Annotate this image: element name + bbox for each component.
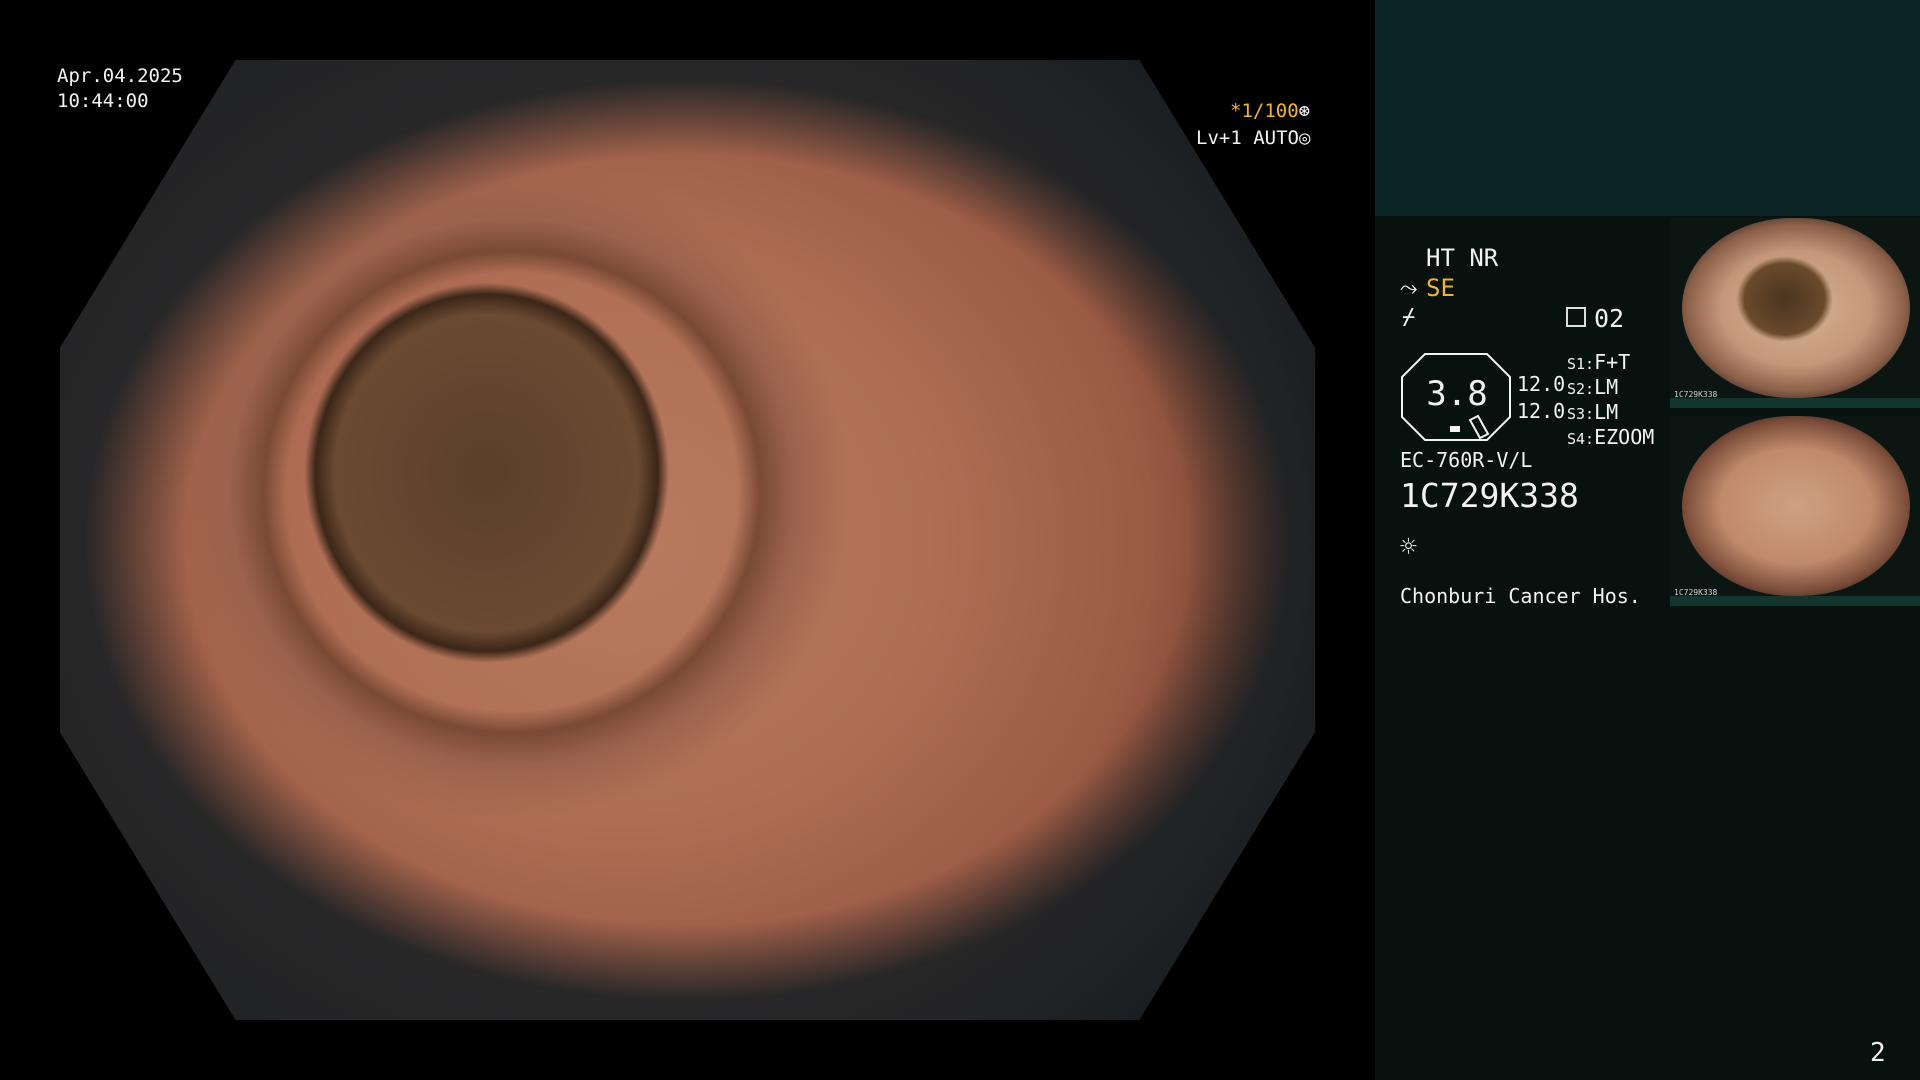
structure-enhance-icon: ⤳ [1400, 276, 1418, 301]
ht-nr-label: HT NR [1426, 244, 1499, 272]
endoscope-view [60, 60, 1315, 1020]
light-icon: ☼ [1400, 530, 1417, 563]
ratio-2: 12.0 [1517, 399, 1566, 423]
ratio-1: 12.0 [1517, 372, 1566, 396]
curve-icon: ⌿ [1402, 305, 1416, 330]
setting-s1: S1:F+T [1567, 350, 1631, 374]
top-panel [1375, 0, 1920, 216]
scope-serial: 1C729K338 [1400, 476, 1579, 515]
setting-s4: S4:EZOOM [1567, 425, 1655, 449]
page-number: 2 [1870, 1038, 1886, 1068]
thumbnail-1[interactable]: 1C729K338 [1670, 218, 1920, 408]
thumbnail-image [1682, 218, 1910, 398]
se-label: SE [1426, 274, 1455, 302]
level-text: Lv+1 AUTO◎ [1196, 127, 1311, 149]
setting-s3: S3:LM [1567, 400, 1619, 424]
zoom-value: 3.8 [1426, 374, 1488, 414]
scope-model: EC-760R-V/L [1400, 448, 1533, 472]
date-text: Apr.04.2025 [57, 65, 183, 87]
thumbnail-2[interactable]: 1C729K338 [1670, 416, 1920, 606]
memory-icon [1566, 307, 1586, 327]
aperture-icon: ⊛ [1298, 100, 1311, 122]
memory-value: 02 [1594, 304, 1625, 333]
auto-icon: ◎ [1298, 127, 1311, 149]
time-text: 10:44:00 [57, 90, 149, 112]
hospital-name: Chonburi Cancer Hos. [1400, 584, 1641, 608]
thumbnail-image [1682, 416, 1910, 596]
setting-s2: S2:LM [1567, 375, 1619, 399]
shutter-text: *1/100⊛ [1230, 100, 1311, 122]
